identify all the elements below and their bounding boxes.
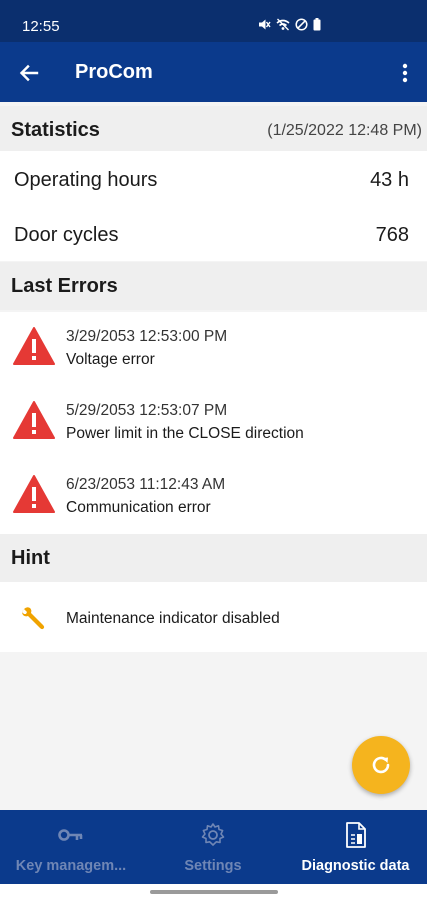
error-time: 6/23/2053 11:12:43 AM <box>66 476 226 493</box>
gear-icon <box>201 823 225 846</box>
statistics-card: Operating hours 43 h Door cycles 768 <box>0 151 427 261</box>
stat-value: 43 h <box>370 169 409 191</box>
nav-item-key-management[interactable]: Key managem... <box>0 810 142 884</box>
status-time: 12:55 <box>22 18 60 35</box>
nav-label: Diagnostic data <box>301 858 410 874</box>
error-row: 6/23/2053 11:12:43 AM Communication erro… <box>0 460 427 534</box>
stat-label: Door cycles <box>14 224 119 246</box>
arrow-left-icon <box>19 64 39 82</box>
warning-icon <box>13 401 55 439</box>
statistics-header: Statistics (1/25/2022 12:48 PM) <box>0 106 427 154</box>
hint-header: Hint <box>0 534 427 582</box>
status-icons <box>258 18 321 31</box>
bottom-navigation: Key managem... Settings Diagnostic data <box>0 810 427 884</box>
nav-item-diagnostic-data[interactable]: Diagnostic data <box>284 810 427 884</box>
nav-item-settings[interactable]: Settings <box>142 810 284 884</box>
error-time: 5/29/2053 12:53:07 PM <box>66 402 228 419</box>
error-time: 3/29/2053 12:53:00 PM <box>66 328 228 345</box>
stat-row: Operating hours 43 h <box>0 151 427 207</box>
last-errors-card: 3/29/2053 12:53:00 PM Voltage error 5/29… <box>0 312 427 534</box>
key-icon <box>58 829 83 841</box>
status-bar: 12:55 <box>0 0 427 42</box>
hint-card: Maintenance indicator disabled <box>0 582 427 652</box>
stat-value: 768 <box>375 224 409 246</box>
hint-title: Hint <box>11 547 50 569</box>
more-vert-icon <box>402 63 408 83</box>
wifi-off-icon <box>276 18 290 31</box>
warning-icon <box>13 327 55 365</box>
hint-text: Maintenance indicator disabled <box>66 610 280 627</box>
diagnostic-icon <box>345 822 366 848</box>
nav-label: Key managem... <box>15 858 127 874</box>
error-row: 5/29/2053 12:53:07 PM Power limit in the… <box>0 386 427 460</box>
last-errors-title: Last Errors <box>11 275 118 297</box>
app-bar: ProCom <box>0 42 427 102</box>
error-message: Power limit in the CLOSE direction <box>66 425 304 442</box>
refresh-icon <box>372 756 390 774</box>
nav-label: Settings <box>184 858 242 874</box>
error-row: 3/29/2053 12:53:00 PM Voltage error <box>0 312 427 386</box>
last-errors-header: Last Errors <box>0 262 427 310</box>
stat-row: Door cycles 768 <box>0 206 427 262</box>
warning-icon <box>13 475 55 513</box>
do-not-disturb-icon <box>295 18 308 31</box>
back-button[interactable] <box>14 58 44 88</box>
error-message: Voltage error <box>66 351 155 368</box>
wrench-icon <box>22 607 45 630</box>
overflow-menu-button[interactable] <box>393 58 417 88</box>
refresh-button[interactable] <box>352 736 410 794</box>
battery-icon <box>313 18 321 31</box>
app-title: ProCom <box>75 61 153 83</box>
statistics-date: (1/25/2022 12:48 PM) <box>267 122 422 139</box>
stat-label: Operating hours <box>14 169 158 191</box>
gesture-area <box>0 884 427 900</box>
error-message: Communication error <box>66 499 211 516</box>
statistics-title: Statistics <box>11 119 100 141</box>
mute-icon <box>259 19 271 30</box>
home-gesture-bar[interactable] <box>150 890 278 894</box>
